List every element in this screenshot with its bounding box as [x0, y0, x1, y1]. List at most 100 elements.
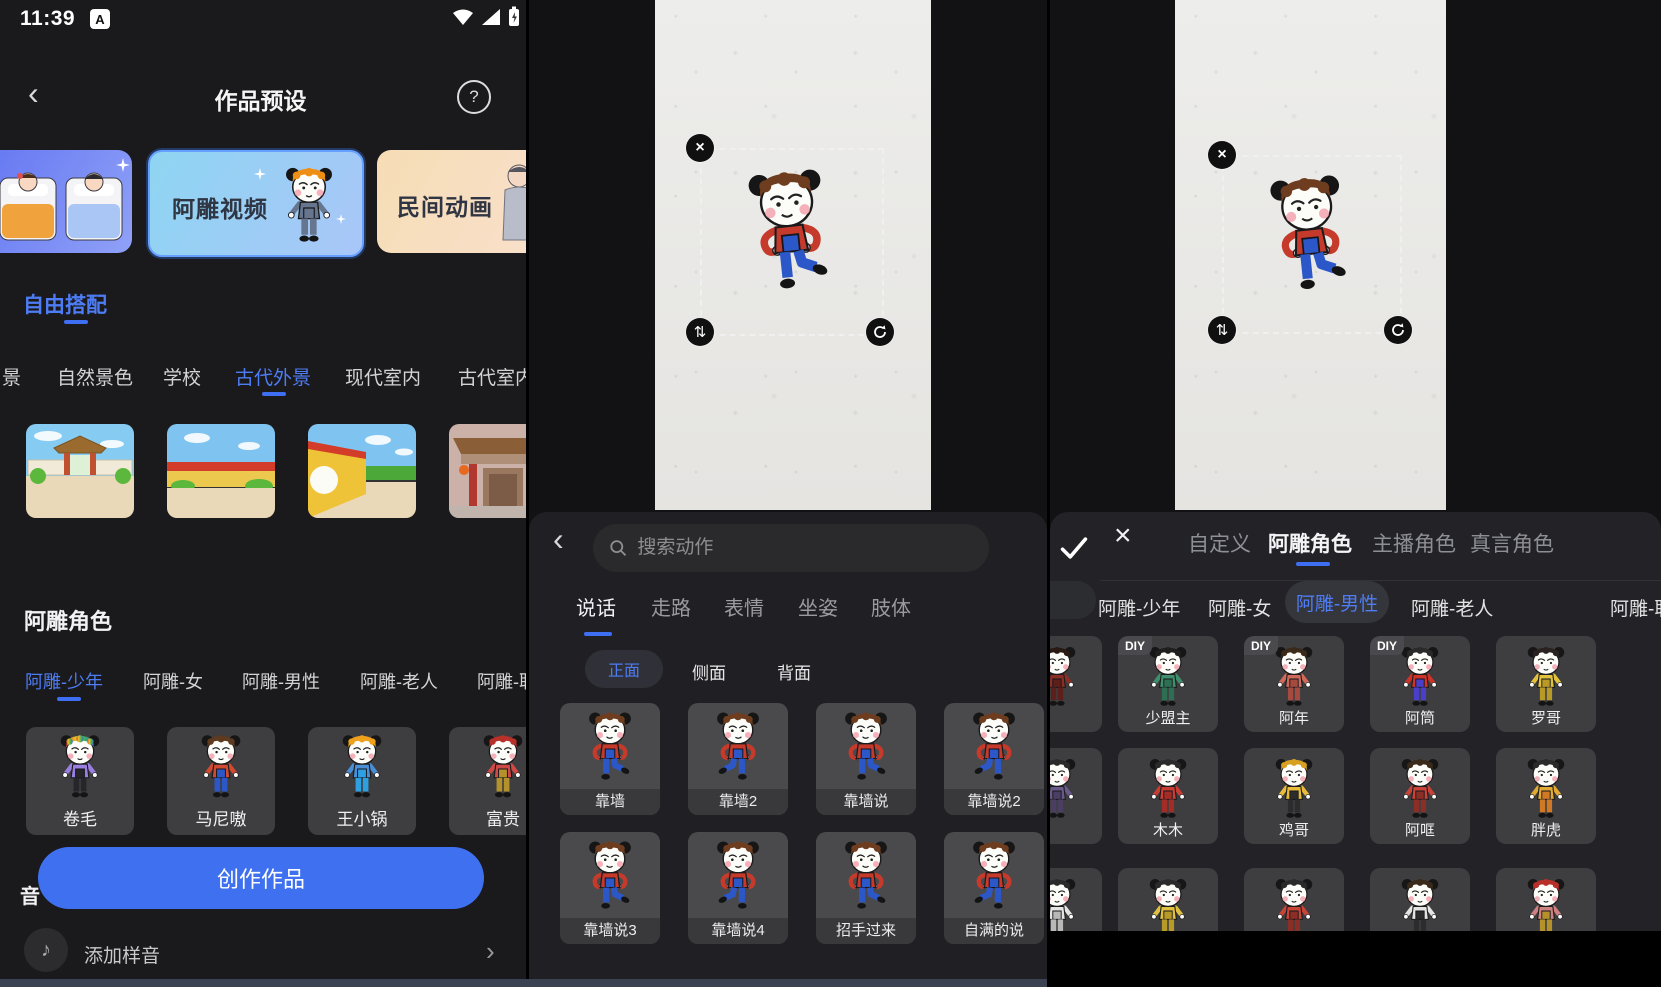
role-card[interactable] [1496, 868, 1596, 931]
tab-sitting[interactable]: 坐姿 [798, 592, 838, 621]
canvas-stage[interactable]: × ⇅ [1175, 0, 1446, 510]
view-tab-front[interactable]: 正面 [585, 650, 663, 688]
role-name: 胖虎 [1496, 819, 1596, 840]
panda-character [1521, 876, 1571, 931]
flip-handle[interactable]: ⇅ [686, 318, 714, 346]
delete-handle[interactable]: × [686, 134, 714, 162]
tab-expression[interactable]: 表情 [724, 592, 764, 621]
wifi-icon [452, 8, 474, 26]
action-name: 自满的说 [944, 918, 1044, 944]
role-card[interactable]: 王小锅 [308, 727, 416, 835]
scene-thumb-temple[interactable] [449, 424, 526, 518]
panda-character [966, 838, 1022, 918]
role-card-partial[interactable] [1050, 636, 1102, 732]
action-card[interactable]: 靠墙说4 [688, 832, 788, 944]
role-card[interactable]: DIY 阿筒 [1370, 636, 1470, 732]
create-work-button[interactable]: 创作作品 [38, 847, 484, 909]
tab-body[interactable]: 肢体 [871, 592, 911, 621]
panda-character [54, 732, 106, 806]
preset-card-adiao-video[interactable]: 阿雕视频 [148, 150, 364, 257]
search-input[interactable] [635, 536, 973, 560]
scene-thumb-ancient-gate[interactable] [26, 424, 134, 518]
panda-character [1143, 644, 1193, 714]
scene-thumb-moon-gate[interactable] [308, 424, 416, 518]
sub-tab-partial[interactable] [1050, 581, 1096, 619]
role-card[interactable]: 鸡哥 [1244, 748, 1344, 844]
action-card[interactable]: 自满的说 [944, 832, 1044, 944]
input-method-icon: A [90, 9, 110, 29]
scene-tab-nature[interactable]: 自然景色 [57, 363, 133, 390]
close-icon[interactable]: × [1114, 522, 1132, 550]
preset-card-sleep-animation[interactable]: 画 [0, 150, 132, 253]
rotate-handle[interactable] [1384, 316, 1412, 344]
sub-tab-elder[interactable]: 阿雕-老人 [1411, 594, 1493, 621]
role-card[interactable] [1118, 868, 1218, 931]
scene-tab-ancient-outdoor[interactable]: 古代外景 [235, 363, 311, 390]
action-card[interactable]: 招手过来 [816, 832, 916, 944]
selection-box[interactable] [700, 148, 884, 336]
help-icon[interactable]: ? [457, 80, 491, 114]
canvas-stage[interactable]: × ⇅ [655, 0, 931, 510]
action-card[interactable]: 靠墙说 [816, 703, 916, 815]
role-card[interactable]: 富贵 [449, 727, 526, 835]
bottom-progress-bar[interactable] [0, 979, 1047, 987]
sub-tab-profession[interactable]: 阿雕-职业 [1610, 594, 1661, 621]
action-search[interactable] [593, 524, 989, 572]
scene-tab-partial[interactable]: 景 [2, 363, 21, 390]
chevron-right-icon[interactable]: › [486, 936, 495, 967]
role-tab-teen[interactable]: 阿雕-少年 [25, 668, 103, 694]
role-tab-elder[interactable]: 阿雕-老人 [360, 668, 438, 694]
category-tab-custom[interactable]: 自定义 [1188, 528, 1251, 558]
scene-thumb-red-wall[interactable] [167, 424, 275, 518]
role-tab-male[interactable]: 阿雕-男性 [242, 668, 320, 694]
scene-tab-modern-indoor[interactable]: 现代室内 [345, 363, 421, 390]
role-tab-profession[interactable]: 阿雕-职业 [477, 668, 526, 694]
role-card[interactable]: 马尼嗷 [167, 727, 275, 835]
role-card-partial[interactable] [1050, 748, 1102, 844]
panda-character [1143, 876, 1193, 931]
action-card[interactable]: 靠墙说2 [944, 703, 1044, 815]
selection-box[interactable] [1222, 155, 1402, 334]
rotate-handle[interactable] [866, 318, 894, 346]
delete-icon: × [1217, 147, 1226, 163]
panda-character [710, 709, 766, 789]
preset-card-folk-animation[interactable]: 民间动画 [377, 150, 526, 253]
tab-walk[interactable]: 走路 [651, 592, 691, 621]
sub-tab-female[interactable]: 阿雕-女 [1208, 594, 1271, 621]
role-card[interactable]: 木木 [1118, 748, 1218, 844]
view-tab-back[interactable]: 背面 [777, 659, 811, 684]
role-card[interactable]: 罗哥 [1496, 636, 1596, 732]
add-sample-audio-label[interactable]: 添加样音 [84, 941, 160, 968]
category-tab-zhenyan[interactable]: 真言角色 [1470, 528, 1554, 558]
role-card[interactable]: DIY 阿年 [1244, 636, 1344, 732]
role-card-partial[interactable] [1050, 868, 1102, 931]
role-card[interactable]: 阿哐 [1370, 748, 1470, 844]
delete-handle[interactable]: × [1208, 141, 1236, 169]
action-card[interactable]: 靠墙说3 [560, 832, 660, 944]
audio-section-heading-partial: 音 [20, 880, 40, 909]
role-card[interactable] [1244, 868, 1344, 931]
scene-tab-school[interactable]: 学校 [163, 363, 201, 390]
role-tab-female[interactable]: 阿雕-女 [143, 668, 203, 694]
role-card[interactable]: 胖虎 [1496, 748, 1596, 844]
delete-icon: × [695, 140, 704, 156]
role-name: 罗哥 [1496, 707, 1596, 728]
action-card[interactable]: 靠墙2 [688, 703, 788, 815]
category-tab-adiao[interactable]: 阿雕角色 [1268, 528, 1352, 558]
sub-tab-teen[interactable]: 阿雕-少年 [1098, 594, 1180, 621]
action-card[interactable]: 靠墙 [560, 703, 660, 815]
role-tab-underline [57, 697, 81, 701]
back-icon[interactable]: ‹ [553, 526, 564, 552]
role-card[interactable]: 卷毛 [26, 727, 134, 835]
scene-tab-ancient-indoor[interactable]: 古代室内 [458, 363, 526, 390]
panda-character [1143, 756, 1193, 826]
flip-handle[interactable]: ⇅ [1208, 316, 1236, 344]
sub-tab-male[interactable]: 阿雕-男性 [1285, 581, 1389, 623]
tab-talk[interactable]: 说话 [576, 592, 616, 621]
category-tab-anchor[interactable]: 主播角色 [1372, 528, 1456, 558]
confirm-check-icon[interactable] [1058, 534, 1090, 562]
role-card[interactable]: DIY 少盟主 [1118, 636, 1218, 732]
view-tab-side[interactable]: 侧面 [692, 659, 726, 684]
presets-screen: 11:39 A ‹ 作品预设 ? 画 阿雕视频 [0, 0, 526, 987]
role-card[interactable] [1370, 868, 1470, 931]
